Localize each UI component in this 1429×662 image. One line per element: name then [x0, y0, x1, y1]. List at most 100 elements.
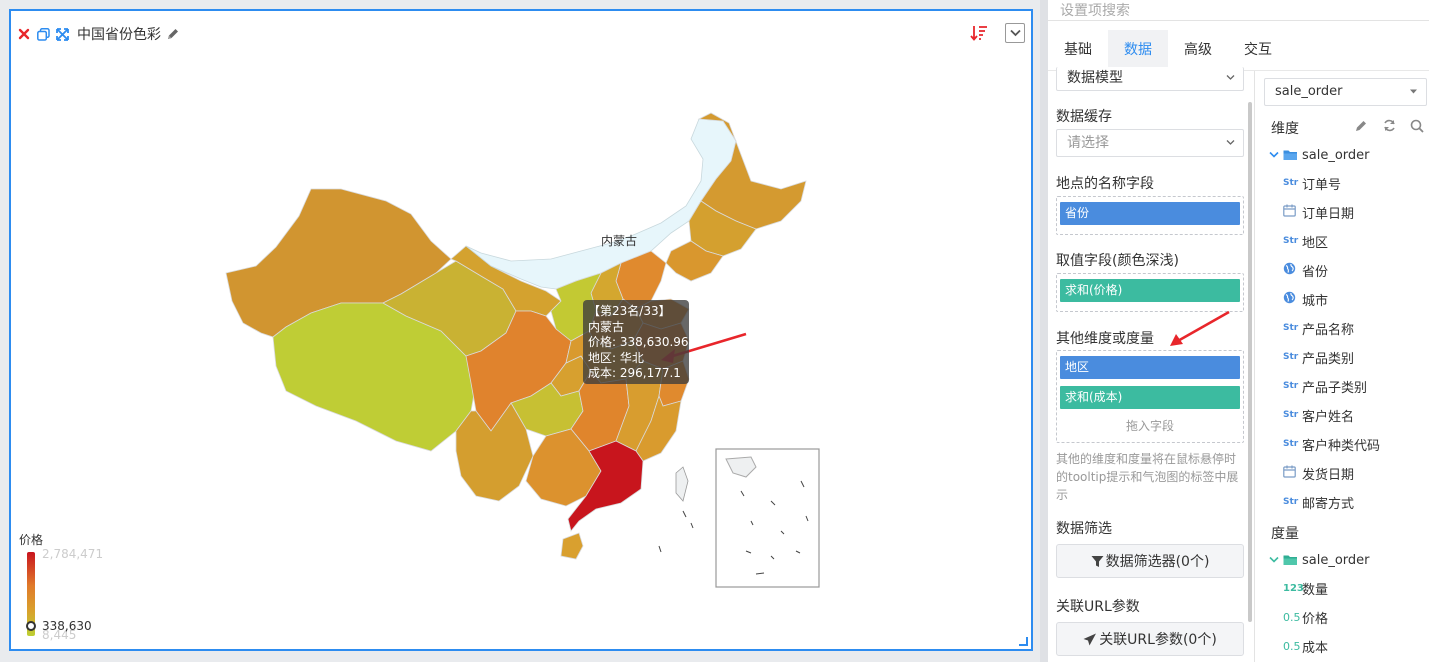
edit-icon[interactable]	[1355, 119, 1368, 136]
cache-select-placeholder: 请选择	[1067, 135, 1109, 151]
search-icon[interactable]	[1410, 119, 1424, 137]
legend-max-value: 2,784,471	[42, 547, 104, 561]
value-field-label: 取值字段(颜色深浅)	[1056, 253, 1179, 269]
name-field-dropzone[interactable]: 省份	[1056, 196, 1244, 235]
divider	[1254, 71, 1255, 662]
other-fields-description: 其他的维度和度量将在鼠标悬停时的tooltip提示和气泡图的标签中展示	[1056, 452, 1239, 502]
integer-type-icon: 123	[1283, 582, 1304, 594]
chart-widget[interactable]: 中国省份色彩 内蒙古 【第23名/33】 内蒙古 价格: 338,630.96 …	[9, 9, 1033, 651]
chevron-down-icon	[1269, 151, 1279, 158]
tooltip-cost: 成本: 296,177.1	[588, 366, 681, 380]
legend-title: 价格	[19, 533, 44, 547]
url-params-button[interactable]: 关联URL参数(0个)	[1056, 622, 1244, 656]
send-icon	[1083, 633, 1097, 645]
divider	[1048, 20, 1429, 21]
chevron-down-icon	[1226, 140, 1235, 145]
other-fields-label: 其他维度或度量	[1056, 331, 1154, 347]
province-taiwan	[675, 466, 689, 502]
string-type-icon: Str	[1283, 439, 1299, 449]
field-quantity[interactable]: 123 数量	[1283, 578, 1328, 598]
settings-search-input[interactable]: 设置项搜索	[1060, 0, 1420, 19]
field-price[interactable]: 0.5 价格	[1283, 607, 1328, 627]
measures-folder-label: sale_order	[1302, 552, 1370, 568]
data-config-column: 数据模型 数据缓存 请选择 地点的名称字段 省份 取值字段(颜色深浅) 求和(价…	[1056, 67, 1252, 662]
data-model-select[interactable]: 数据模型	[1056, 67, 1244, 91]
dataset-fields-column: sale_order 维度 sale_order Str 订单号 订单日期 Str…	[1264, 71, 1429, 662]
chevron-down-icon	[1269, 556, 1279, 563]
refresh-icon[interactable]	[1383, 119, 1396, 136]
measures-title: 度量	[1271, 526, 1299, 542]
tooltip-rank: 【第23名/33】	[588, 304, 671, 318]
other-fields-dropzone[interactable]: 地区 求和(成本) 拖入字段	[1056, 350, 1244, 443]
dimensions-folder-label: sale_order	[1302, 147, 1370, 163]
url-params-label: 关联URL参数	[1056, 599, 1140, 615]
cache-label: 数据缓存	[1056, 109, 1112, 125]
name-field-label: 地点的名称字段	[1056, 176, 1154, 192]
province-hainan	[560, 532, 584, 560]
tooltip-price: 价格: 338,630.96	[588, 335, 689, 349]
field-city[interactable]: 城市	[1283, 289, 1328, 309]
tab-basic[interactable]: 基础	[1048, 30, 1108, 70]
settings-tabs: 基础 数据 高级 交互	[1048, 30, 1288, 70]
field-cost[interactable]: 0.5 成本	[1283, 636, 1328, 656]
decimal-type-icon: 0.5	[1283, 610, 1301, 624]
dimensions-title: 维度	[1271, 121, 1299, 137]
url-params-button-label: 关联URL参数(0个)	[1099, 632, 1217, 648]
field-customer-type-code[interactable]: Str 客户种类代码	[1283, 434, 1380, 454]
dimensions-folder[interactable]: sale_order	[1269, 145, 1370, 165]
field-product-subcategory[interactable]: Str 产品子类别	[1283, 376, 1367, 396]
field-order-id[interactable]: Str 订单号	[1283, 173, 1341, 193]
field-product-name[interactable]: Str 产品名称	[1283, 318, 1354, 338]
field-order-date[interactable]: 订单日期	[1283, 202, 1354, 222]
string-type-icon: Str	[1283, 381, 1299, 391]
china-choropleth-map[interactable]: 内蒙古	[11, 11, 1031, 649]
tooltip-name: 内蒙古	[588, 319, 625, 334]
scrollbar[interactable]	[1248, 102, 1252, 622]
dataset-select[interactable]: sale_order	[1264, 78, 1427, 106]
calendar-icon	[1283, 465, 1301, 481]
chevron-down-icon	[1226, 75, 1235, 80]
caret-down-icon	[1410, 89, 1417, 94]
field-product-category[interactable]: Str 产品类别	[1283, 347, 1354, 367]
other-field-chip-region[interactable]: 地区	[1060, 356, 1240, 379]
other-field-chip-cost[interactable]: 求和(成本)	[1060, 386, 1240, 409]
string-type-icon: Str	[1283, 178, 1299, 188]
string-type-icon: Str	[1283, 410, 1299, 420]
tab-data[interactable]: 数据	[1108, 30, 1168, 70]
tab-interaction[interactable]: 交互	[1228, 30, 1288, 70]
globe-icon	[1283, 262, 1301, 278]
tab-advanced[interactable]: 高级	[1168, 30, 1228, 70]
data-filter-button[interactable]: 数据筛选器(0个)	[1056, 544, 1244, 578]
filter-icon	[1091, 555, 1104, 567]
map-region-label: 内蒙古	[601, 233, 637, 248]
calendar-icon	[1283, 204, 1301, 220]
legend-handle[interactable]	[26, 621, 36, 631]
data-filter-button-label: 数据筛选器(0个)	[1105, 554, 1210, 570]
filter-label: 数据筛选	[1056, 521, 1112, 537]
field-ship-mode[interactable]: Str 邮寄方式	[1283, 492, 1354, 512]
dataset-select-value: sale_order	[1275, 84, 1343, 99]
globe-icon	[1283, 291, 1301, 307]
string-type-icon: Str	[1283, 236, 1299, 246]
annotation-arrow	[1170, 310, 1230, 346]
field-region[interactable]: Str 地区	[1283, 231, 1328, 251]
settings-panel: 设置项搜索 基础 数据 高级 交互 数据模型 数据缓存 请选择 地点的名称字段 …	[1040, 0, 1429, 662]
string-type-icon: Str	[1283, 352, 1299, 362]
legend-current-value: 338,630	[42, 619, 92, 633]
folder-icon	[1283, 555, 1297, 565]
string-type-icon: Str	[1283, 497, 1299, 507]
folder-icon	[1283, 150, 1297, 160]
resize-handle[interactable]	[1019, 637, 1028, 646]
value-field-dropzone[interactable]: 求和(价格)	[1056, 273, 1244, 312]
value-field-chip[interactable]: 求和(价格)	[1060, 279, 1240, 302]
map-tooltip: 【第23名/33】 内蒙古 价格: 338,630.96 地区: 华北 成本: …	[583, 300, 689, 384]
measures-folder[interactable]: sale_order	[1269, 550, 1370, 570]
field-ship-date[interactable]: 发货日期	[1283, 463, 1354, 483]
field-province[interactable]: 省份	[1283, 260, 1328, 280]
field-customer-name[interactable]: Str 客户姓名	[1283, 405, 1354, 425]
tooltip-region: 地区: 华北	[588, 350, 644, 365]
name-field-chip[interactable]: 省份	[1060, 202, 1240, 225]
string-type-icon: Str	[1283, 323, 1299, 333]
cache-select[interactable]: 请选择	[1056, 129, 1244, 157]
data-model-select-value: 数据模型	[1067, 70, 1123, 86]
